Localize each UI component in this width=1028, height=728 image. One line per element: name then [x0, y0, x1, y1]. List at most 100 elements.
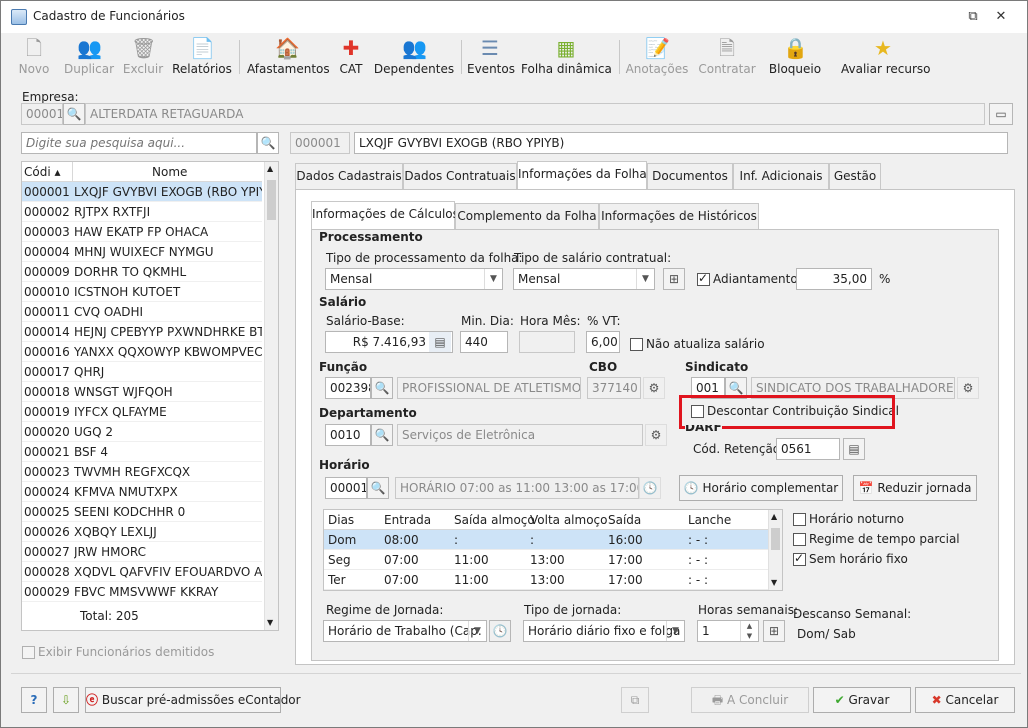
add-sheet-icon[interactable]: ⊞	[663, 268, 685, 290]
departamento-lookup-icon[interactable]: ⚙	[645, 424, 667, 446]
cbo-lookup-icon[interactable]: ⚙	[643, 377, 665, 399]
horario-complementar-button[interactable]: 🕓 Horário complementar	[679, 475, 843, 501]
regime-clock-icon[interactable]: 🕓	[489, 620, 511, 642]
table-row[interactable]: 000021 BSF 4	[22, 442, 262, 462]
table-row[interactable]: 000016 YANXX QQXOWYP KBWOMPVEC A	[22, 342, 262, 362]
scroll-thumb[interactable]	[267, 180, 276, 220]
sem-horario-fixo-checkbox[interactable]	[793, 551, 806, 566]
reduzir-jornada-button[interactable]: 📅 Reduzir jornada	[853, 475, 977, 501]
regime-jornada-select[interactable]: Horário de Trabalho (Cap. ▼	[323, 620, 487, 642]
departamento-code-field[interactable]: 0010	[325, 424, 371, 446]
avaliar-recurso-button[interactable]: ★ Avaliar recurso	[841, 34, 931, 79]
table-row[interactable]: 000002 RJTPX RXTFJI	[22, 202, 262, 222]
help-button[interactable]: ?	[21, 687, 47, 713]
min-dia-field[interactable]: 440	[460, 331, 508, 353]
adiantamento-field[interactable]: 35,00	[796, 268, 872, 290]
subtab-calculos[interactable]: Informações de Cálculos	[311, 201, 459, 229]
horario-search-icon[interactable]: 🔍	[367, 477, 389, 499]
tipo-jornada-select[interactable]: Horário diário fixo e folga f ▼	[523, 620, 685, 642]
anotacoes-button[interactable]: 📝 Anotações	[625, 34, 689, 79]
cancelar-button[interactable]: ✖ Cancelar	[915, 687, 1015, 713]
buscar-pre-admissoes-button[interactable]: ⓔ Buscar pré-admissões eContador	[85, 687, 301, 713]
table-row[interactable]: 000018 WNSGT WJFQOH	[22, 382, 262, 402]
table-row[interactable]: 000014 HEJNJ CPEBYYP PXWNDHRKE BTB J	[22, 322, 262, 342]
duplicar-button[interactable]: 👥 Duplicar	[61, 34, 117, 79]
tab-dados-contratuais[interactable]: Dados Contratuais	[403, 163, 517, 189]
table-row[interactable]: 000019 IYFCX QLFAYME	[22, 402, 262, 422]
scroll-up-icon[interactable]: ▲	[771, 512, 777, 521]
subtab-historicos[interactable]: Informações de Históricos	[599, 203, 759, 229]
exibir-demitidos-checkbox[interactable]	[22, 646, 35, 659]
horas-add-icon[interactable]: ⊞	[763, 620, 785, 642]
sindicato-lookup-icon[interactable]: ⚙	[957, 377, 979, 399]
close-icon[interactable]: ✕	[991, 7, 1011, 27]
horario-code-field[interactable]: 00001	[325, 477, 367, 499]
folha-dinamica-button[interactable]: ▦ Folha dinâmica	[521, 34, 612, 79]
scroll-down-icon[interactable]: ▼	[267, 618, 273, 627]
chevron-down-icon[interactable]: ▼	[636, 269, 654, 289]
chevron-down-icon[interactable]: ▼	[666, 621, 684, 641]
employee-name-field[interactable]: LXQJF GVYBVI EXOGB (RBO YPIYB)	[354, 132, 1008, 154]
tab-inf-adicionais[interactable]: Inf. Adicionais	[733, 163, 829, 189]
adiantamento-checkbox[interactable]	[697, 271, 710, 286]
schedule-scrollbar[interactable]: ▲ ▼	[768, 510, 782, 590]
table-row[interactable]: 000004 MHNJ WUIXECF NYMGU	[22, 242, 262, 262]
dependentes-button[interactable]: 👥 Dependentes	[373, 34, 455, 79]
stepper-arrows-icon[interactable]: ▲ ▼	[740, 621, 758, 641]
chevron-down-icon[interactable]: ▼	[468, 621, 486, 641]
table-row[interactable]: 000024 KFMVA NMUTXPX	[22, 482, 262, 502]
funcao-code-field[interactable]: 002398	[325, 377, 371, 399]
table-row[interactable]: 000027 JRW HMORC	[22, 542, 262, 562]
scroll-down-icon[interactable]: ▼	[771, 578, 777, 587]
scroll-thumb[interactable]	[771, 528, 780, 550]
gravar-button[interactable]: ✔ Gravar	[813, 687, 911, 713]
export-button[interactable]: ⇩	[53, 687, 79, 713]
scroll-up-icon[interactable]: ▲	[267, 164, 273, 173]
copy-button[interactable]: ⧉	[621, 687, 649, 713]
tab-dados-cadastrais[interactable]: Dados Cadastrais	[295, 163, 403, 189]
afastamentos-button[interactable]: 🏠 Afastamentos	[247, 34, 330, 79]
tab-informacoes-folha[interactable]: Informações da Folha	[517, 161, 647, 189]
search-input[interactable]	[21, 132, 257, 154]
retencao-field[interactable]: 0561	[776, 438, 840, 460]
restore-icon[interactable]: ⧉	[963, 7, 983, 27]
table-row[interactable]: 000017 QHRJ	[22, 362, 262, 382]
table-row[interactable]: 000020 UGQ 2	[22, 422, 262, 442]
schedule-row[interactable]: Dom 08:00 : : 16:00 : - :	[324, 530, 768, 550]
tempo-parcial-checkbox[interactable]	[793, 533, 806, 546]
bloqueio-button[interactable]: 🔒 Bloqueio	[767, 34, 823, 79]
table-row[interactable]: 000023 TWVMH REGFXCQX	[22, 462, 262, 482]
chevron-down-icon[interactable]: ▼	[484, 269, 502, 289]
vt-field[interactable]: 6,00	[586, 331, 620, 353]
tipo-processamento-select[interactable]: Mensal ▼	[325, 268, 503, 290]
cat-button[interactable]: ✚ CAT	[333, 34, 369, 79]
col-name-header[interactable]: Nome	[152, 162, 187, 182]
tab-documentos[interactable]: Documentos	[647, 163, 733, 189]
table-row[interactable]: 000026 XQBQY LEXLJJ	[22, 522, 262, 542]
table-row[interactable]: 000028 XQDVL QAFVFIV EFOUARDVO AST U	[22, 562, 262, 582]
contratar-button[interactable]: 🗎 Contratar	[695, 34, 759, 79]
retencao-list-icon[interactable]: ▤	[843, 438, 865, 460]
horario-clock-icon[interactable]: 🕓	[639, 477, 661, 499]
schedule-row[interactable]: Seg 07:00 11:00 13:00 17:00 : - :	[324, 550, 768, 570]
departamento-search-icon[interactable]: 🔍	[371, 424, 393, 446]
empresa-window-icon[interactable]: ▭	[989, 103, 1013, 125]
grid-scrollbar[interactable]: ▲ ▼	[264, 162, 278, 630]
calculator-icon[interactable]: ▤	[429, 332, 451, 352]
col-code-header[interactable]: Códi ▴	[24, 162, 61, 182]
nao-atualiza-checkbox[interactable]	[630, 338, 643, 351]
tab-gestao[interactable]: Gestão	[829, 163, 881, 189]
eventos-button[interactable]: ☰ Eventos	[467, 34, 515, 79]
table-row[interactable]: 000011 CVQ OADHI	[22, 302, 262, 322]
table-row[interactable]: 000029 FBVC MMSVWWF KKRAY	[22, 582, 262, 602]
table-row[interactable]: 000001 LXQJF GVYBVI EXOGB (RBO YPIYB)	[22, 182, 262, 202]
table-row[interactable]: 000009 DORHR TO QKMHL	[22, 262, 262, 282]
horario-noturno-checkbox[interactable]	[793, 513, 806, 526]
funcao-search-icon[interactable]: 🔍	[371, 377, 393, 399]
schedule-row[interactable]: Ter 07:00 11:00 13:00 17:00 : - :	[324, 570, 768, 590]
a-concluir-button[interactable]: 🖶 A Concluir	[691, 687, 809, 713]
subtab-complemento[interactable]: Complemento da Folha	[455, 203, 599, 229]
relatorios-button[interactable]: 📄 Relatórios	[171, 34, 233, 79]
table-row[interactable]: 000003 HAW EKATP FP OHACA	[22, 222, 262, 242]
novo-button[interactable]: 🗋 Novo	[11, 34, 57, 79]
